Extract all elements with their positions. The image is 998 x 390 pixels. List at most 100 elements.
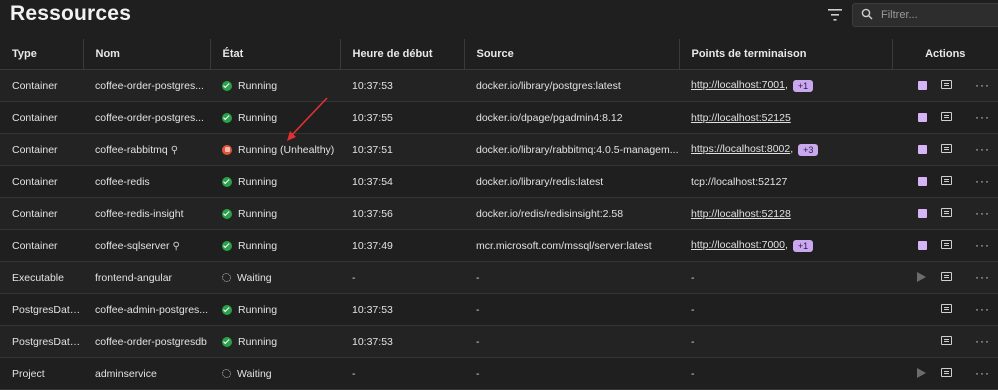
table-body: Container coffee-order-postgres... Running… [0,69,998,390]
endpoint-text: - [691,367,695,380]
resource-name[interactable]: coffee-sqlserver [95,240,170,252]
more-icon[interactable]: ··· [975,206,990,220]
endpoint-count-badge[interactable]: +1 [792,239,814,252]
stop-icon[interactable] [918,241,927,250]
cell-type: PostgresData... [0,325,83,358]
cell-name[interactable]: coffee-redis-insight [83,197,210,230]
console-logs-icon[interactable] [941,272,952,281]
stop-icon[interactable] [918,177,927,186]
stop-icon[interactable] [918,209,927,218]
console-logs-icon[interactable] [941,112,952,121]
console-logs-icon[interactable] [941,144,952,153]
cell-endpoints: - [679,325,892,358]
cell-name[interactable]: coffee-order-postgresdb [83,325,210,358]
waiting-status-icon [222,369,231,379]
column-header-type[interactable]: Type [0,39,84,70]
cell-endpoints: - [679,261,892,294]
console-logs-icon[interactable] [941,176,952,185]
state-label: Running [238,111,278,124]
endpoint-link[interactable]: http://localhost:52125 [691,112,791,124]
more-icon[interactable]: ··· [975,142,990,156]
search-input[interactable] [879,6,993,24]
resource-name[interactable]: coffee-order-postgres... [95,112,204,124]
table-row[interactable]: Container coffee-redis-insight Running 10:3… [0,197,998,230]
resource-name[interactable]: coffee-order-postgresdb [95,336,207,348]
resource-name[interactable]: adminservice [95,368,157,380]
cell-name[interactable]: adminservice [83,357,210,390]
cell-start-time: - [340,357,464,390]
more-icon[interactable]: ··· [975,174,990,188]
table-row[interactable]: Container coffee-redis Running 10:37:54 dock… [0,165,998,198]
column-header-endpoints[interactable]: Points de terminaison [679,39,893,70]
cell-name[interactable]: coffee-redis [83,165,210,198]
console-logs-icon[interactable] [941,208,952,217]
console-logs-icon[interactable] [941,336,952,345]
table-row[interactable]: PostgresData... coffee-admin-postgres... R… [0,293,998,326]
cell-source: mcr.microsoft.com/mssql/server:latest [464,229,679,262]
search-box[interactable] [852,3,998,27]
resources-table: Type Nom État Heure de début Source Poin… [0,39,998,390]
running-status-icon [222,112,232,123]
column-header-source[interactable]: Source [464,39,680,70]
table-row[interactable]: Project adminservice Waiting - - - ··· [0,357,998,390]
more-icon[interactable]: ··· [975,334,990,348]
endpoint-link[interactable]: http://localhost:7000 [691,239,785,251]
cell-name[interactable]: coffee-order-postgres... [83,69,210,102]
resource-name[interactable]: coffee-order-postgres... [95,80,204,92]
cell-actions: ··· [892,357,998,390]
cell-actions: ··· [892,133,998,166]
cell-name[interactable]: coffee-order-postgres... [83,101,210,134]
table-row[interactable]: Container coffee-sqlserver ⚲ Running 10:37:4… [0,229,998,262]
stop-icon[interactable] [918,81,927,90]
more-icon[interactable]: ··· [975,366,990,380]
resource-name[interactable]: coffee-redis [95,176,150,188]
column-header-state[interactable]: État [210,39,341,70]
endpoint-count-badge[interactable]: +3 [798,143,819,156]
more-icon[interactable]: ··· [975,110,990,124]
resource-name[interactable]: frontend-angular [95,272,172,284]
running-status-icon [222,336,232,347]
cell-type: PostgresData... [0,293,83,326]
cell-endpoints: https://localhost:8002, +3 [679,133,892,166]
resource-name[interactable]: coffee-admin-postgres... [95,304,208,316]
table-row[interactable]: PostgresData... coffee-order-postgresdb Ru… [0,325,998,358]
console-logs-icon[interactable] [941,80,952,89]
column-header-start-time[interactable]: Heure de début [340,39,465,70]
endpoint-count-badge[interactable]: +1 [792,79,814,92]
play-icon[interactable] [917,368,926,378]
stop-icon[interactable] [918,113,927,122]
cell-start-time: 10:37:53 [340,293,464,326]
endpoint-link[interactable]: http://localhost:7001 [691,79,785,91]
resource-name[interactable]: coffee-redis-insight [95,208,184,220]
state-label: Running [238,335,278,348]
cell-endpoints: http://localhost:52125 [679,101,892,134]
cell-source: docker.io/library/rabbitmq:4.0.5-managem… [464,133,679,166]
more-icon[interactable]: ··· [975,238,990,252]
endpoint-link[interactable]: https://localhost:8002 [691,143,790,155]
cell-endpoints: tcp://localhost:52127 [679,165,892,198]
cell-state: Running [210,165,340,198]
filter-icon[interactable] [827,8,845,24]
page-header: Ressources [0,0,998,36]
console-logs-icon[interactable] [941,304,952,313]
cell-name[interactable]: frontend-angular [83,261,210,294]
resource-name[interactable]: coffee-rabbitmq [95,144,168,156]
cell-source: docker.io/dpage/pgadmin4:8.12 [464,101,679,134]
endpoint-link[interactable]: http://localhost:52128 [691,208,791,220]
cell-name[interactable]: coffee-sqlserver ⚲ [83,229,210,262]
play-icon[interactable] [917,272,926,282]
table-row[interactable]: Container coffee-rabbitmq ⚲ Running (Unheal… [0,133,998,166]
more-icon[interactable]: ··· [975,78,990,92]
more-icon[interactable]: ··· [975,302,990,316]
cell-name[interactable]: coffee-rabbitmq ⚲ [83,133,210,166]
table-row[interactable]: Container coffee-order-postgres... Running… [0,69,998,102]
table-row[interactable]: Container coffee-order-postgres... Running… [0,101,998,134]
console-logs-icon[interactable] [941,368,952,377]
column-header-name[interactable]: Nom [83,39,211,70]
console-logs-icon[interactable] [941,240,952,249]
table-row[interactable]: Executable frontend-angular Waiting - - - ··· [0,261,998,294]
stop-icon[interactable] [918,145,927,154]
cell-state: Running (Unhealthy) [210,133,340,166]
cell-name[interactable]: coffee-admin-postgres... [83,293,210,326]
more-icon[interactable]: ··· [975,270,990,284]
